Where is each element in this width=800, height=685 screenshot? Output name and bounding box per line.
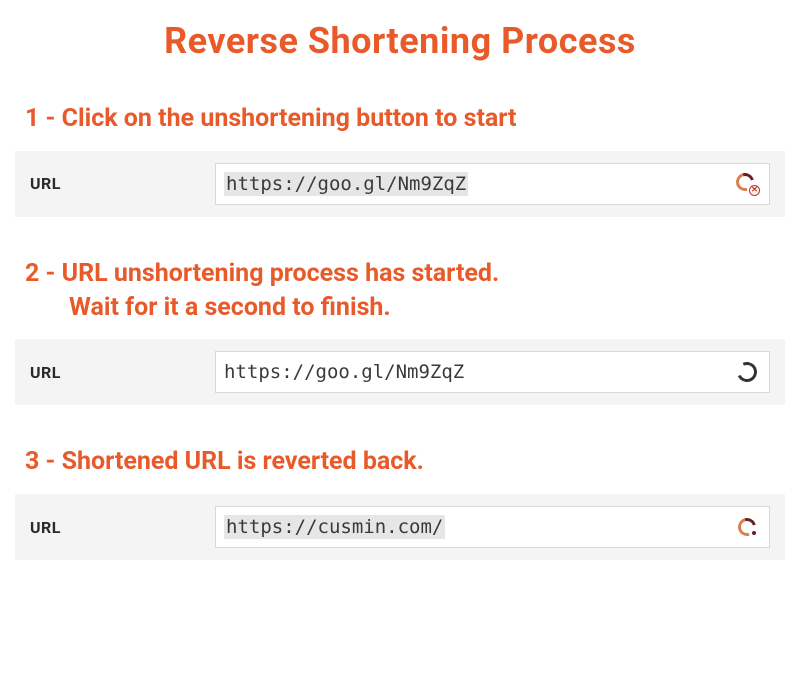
step-3-url-row: URL https://cusmin.com/ (15, 494, 785, 560)
loading-spinner-icon (735, 360, 759, 384)
url-label: URL (30, 174, 215, 193)
url-input[interactable]: https://cusmin.com/ (224, 515, 445, 539)
step-1-url-row: URL https://goo.gl/Nm9ZqZ ✕ (15, 151, 785, 217)
step-1-heading-text: 1 - Click on the unshortening button to … (25, 104, 517, 133)
url-label: URL (30, 518, 215, 537)
step-3-heading-text: 3 - Shortened URL is reverted back. (25, 447, 424, 476)
step-2: 2 - URL unshortening process has started… (15, 257, 785, 406)
unshorten-button-icon[interactable] (735, 515, 759, 539)
url-label: URL (30, 363, 215, 382)
unshorten-button-icon[interactable]: ✕ (735, 172, 759, 196)
step-2-heading: 2 - URL unshortening process has started… (15, 257, 785, 325)
step-3: 3 - Shortened URL is reverted back. URL … (15, 445, 785, 560)
url-input[interactable]: https://goo.gl/Nm9ZqZ (224, 172, 468, 196)
step-1-heading: 1 - Click on the unshortening button to … (15, 102, 785, 136)
url-input-container: https://goo.gl/Nm9ZqZ ✕ (215, 163, 770, 205)
url-input-container: https://goo.gl/Nm9ZqZ (215, 351, 770, 393)
step-2-heading-line2: Wait for it a second to finish. (25, 291, 785, 325)
url-input[interactable]: https://goo.gl/Nm9ZqZ (224, 361, 727, 383)
step-2-heading-line1: 2 - URL unshortening process has started… (25, 259, 499, 288)
step-1: 1 - Click on the unshortening button to … (15, 102, 785, 217)
url-input-container: https://cusmin.com/ (215, 506, 770, 548)
step-3-heading: 3 - Shortened URL is reverted back. (15, 445, 785, 479)
page-title: Reverse Shortening Process (15, 20, 785, 62)
step-2-url-row: URL https://goo.gl/Nm9ZqZ (15, 339, 785, 405)
